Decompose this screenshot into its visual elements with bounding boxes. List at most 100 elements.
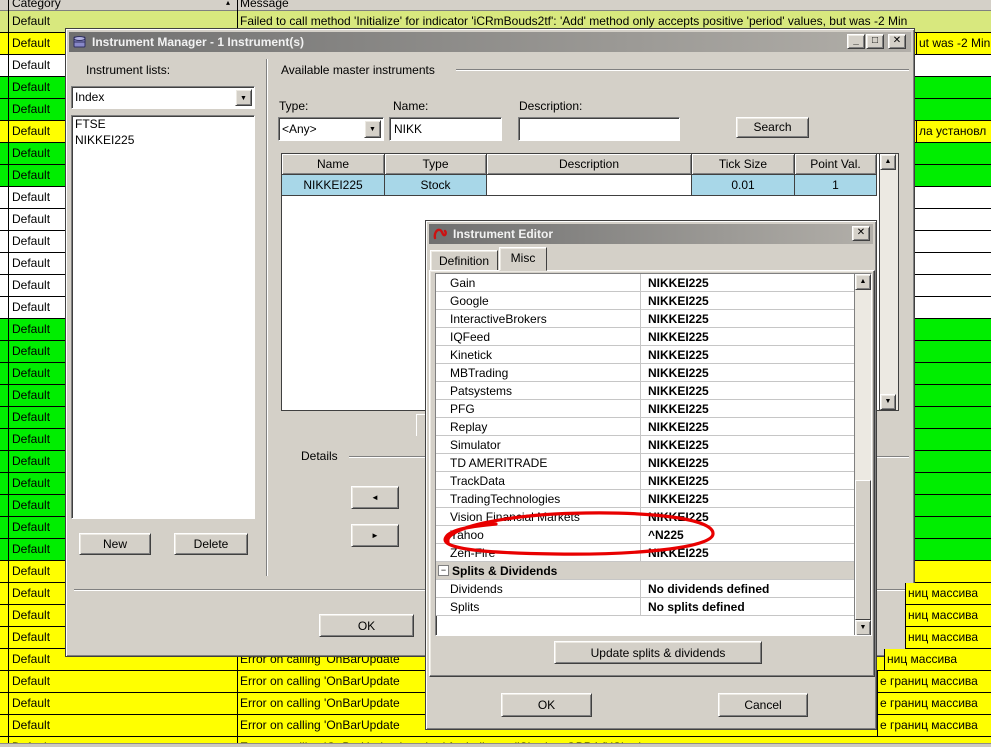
collapse-icon[interactable]: − xyxy=(438,565,449,576)
property-row[interactable]: Yahoo ^N225 xyxy=(436,526,871,544)
results-cell[interactable] xyxy=(487,175,692,196)
property-value[interactable]: NIKKEI225 xyxy=(640,472,853,489)
instrument-list-combo[interactable]: Index ▼ xyxy=(71,86,255,109)
instrument-list-box[interactable]: FTSE NIKKEI225 xyxy=(71,115,255,519)
property-name: Yahoo xyxy=(450,528,484,542)
instrument-editor-title: Instrument Editor xyxy=(453,227,554,241)
property-value[interactable]: NIKKEI225 xyxy=(640,400,853,417)
property-value[interactable]: NIKKEI225 xyxy=(640,382,853,399)
property-row[interactable]: Simulator NIKKEI225 xyxy=(436,436,871,454)
property-row[interactable]: Splits No splits defined xyxy=(436,598,871,616)
instrument-editor-icon xyxy=(433,228,447,240)
property-row[interactable]: Gain NIKKEI225 xyxy=(436,274,871,292)
property-value[interactable]: No dividends defined xyxy=(640,580,853,597)
tab-misc[interactable]: Misc xyxy=(499,247,547,271)
property-value[interactable]: NIKKEI225 xyxy=(640,346,853,363)
scroll-down-icon[interactable]: ▼ xyxy=(855,620,871,635)
results-cell[interactable]: 1 xyxy=(795,175,877,196)
property-row[interactable]: Google NIKKEI225 xyxy=(436,292,871,310)
property-row[interactable]: Dividends No dividends defined xyxy=(436,580,871,598)
property-name: PFG xyxy=(450,402,475,416)
move-right-icon[interactable]: ► xyxy=(351,524,399,547)
results-scrollbar[interactable]: ▲ ▼ xyxy=(879,154,898,410)
results-column-header[interactable]: Description xyxy=(487,154,692,175)
property-row[interactable]: InteractiveBrokers NIKKEI225 xyxy=(436,310,871,328)
log-row-category: Default xyxy=(12,300,51,314)
new-button[interactable]: New xyxy=(79,533,151,555)
property-value[interactable]: NIKKEI225 xyxy=(640,508,853,525)
property-row[interactable]: Vision Financial Markets NIKKEI225 xyxy=(436,508,871,526)
property-row[interactable]: MBTrading NIKKEI225 xyxy=(436,364,871,382)
instrument-manager-icon xyxy=(73,36,86,48)
minimize-button[interactable]: _ xyxy=(847,34,865,49)
property-row[interactable]: TrackData NIKKEI225 xyxy=(436,472,871,490)
chevron-down-icon[interactable]: ▼ xyxy=(235,89,252,106)
property-row[interactable]: PFG NIKKEI225 xyxy=(436,400,871,418)
property-row[interactable]: TradingTechnologies NIKKEI225 xyxy=(436,490,871,508)
results-cell[interactable]: NIKKEI225 xyxy=(282,175,385,196)
results-cell[interactable]: 0.01 xyxy=(692,175,795,196)
move-left-icon[interactable]: ◄ xyxy=(351,486,399,509)
results-column-header[interactable]: Name xyxy=(282,154,385,175)
property-name: Dividends xyxy=(450,582,503,596)
results-column-header[interactable]: Point Val. xyxy=(795,154,877,175)
close-button[interactable]: ✕ xyxy=(852,226,870,241)
name-label: Name: xyxy=(393,99,429,113)
log-row-category: Default xyxy=(12,542,51,556)
instrument-manager-titlebar[interactable]: Instrument Manager - 1 Instrument(s) xyxy=(69,32,911,52)
property-row[interactable]: IQFeed NIKKEI225 xyxy=(436,328,871,346)
ie-cancel-button[interactable]: Cancel xyxy=(718,693,808,717)
property-value[interactable]: NIKKEI225 xyxy=(640,328,853,345)
name-input[interactable] xyxy=(391,120,499,138)
property-row[interactable]: TD AMERITRADE NIKKEI225 xyxy=(436,454,871,472)
instrument-editor-titlebar[interactable]: Instrument Editor xyxy=(429,224,873,244)
property-value[interactable]: NIKKEI225 xyxy=(640,490,853,507)
log-table-header: Category ▴ Message xyxy=(0,0,991,11)
property-value[interactable]: NIKKEI225 xyxy=(640,454,853,471)
results-column-header[interactable]: Type xyxy=(385,154,487,175)
log-row-message-fragment: ниц массива xyxy=(905,605,991,627)
description-input[interactable] xyxy=(520,120,676,138)
scroll-up-icon[interactable]: ▲ xyxy=(880,154,896,170)
property-value[interactable]: NIKKEI225 xyxy=(640,292,853,309)
list-item[interactable]: NIKKEI225 xyxy=(72,132,254,148)
type-label: Type: xyxy=(279,99,309,113)
property-name: Google xyxy=(450,294,489,308)
ie-ok-button[interactable]: OK xyxy=(501,693,592,717)
im-ok-button[interactable]: OK xyxy=(319,614,414,637)
close-button[interactable]: ✕ xyxy=(888,34,906,49)
scrollbar-thumb[interactable] xyxy=(855,480,871,620)
property-value[interactable]: NIKKEI225 xyxy=(640,544,853,561)
property-value[interactable]: NIKKEI225 xyxy=(640,364,853,381)
type-combo[interactable]: <Any> ▼ xyxy=(278,117,384,141)
maximize-button[interactable]: □ xyxy=(866,34,884,49)
tab-panel: Gain NIKKEI225 Google NIKKEI225 InteractiveB… xyxy=(429,270,875,677)
property-value[interactable]: NIKKEI225 xyxy=(640,436,853,453)
chevron-down-icon[interactable]: ▼ xyxy=(364,120,381,138)
tab-definition[interactable]: Definition xyxy=(430,250,498,271)
list-item[interactable]: FTSE xyxy=(72,116,254,132)
search-button[interactable]: Search xyxy=(736,117,809,138)
update-splits-dividends-button[interactable]: Update splits & dividends xyxy=(554,641,762,664)
property-value[interactable]: No splits defined xyxy=(640,598,853,615)
group-line xyxy=(456,69,909,71)
property-row[interactable]: Replay NIKKEI225 xyxy=(436,418,871,436)
property-value[interactable]: NIKKEI225 xyxy=(640,418,853,435)
log-row-category: Default xyxy=(12,410,51,424)
delete-button[interactable]: Delete xyxy=(174,533,248,555)
results-column-header[interactable]: Tick Size xyxy=(692,154,795,175)
scroll-down-icon[interactable]: ▼ xyxy=(880,394,896,410)
property-row[interactable]: Zen-Fire NIKKEI225 xyxy=(436,544,871,562)
scroll-up-icon[interactable]: ▲ xyxy=(855,274,871,290)
property-grid-scrollbar[interactable]: ▲ ▼ xyxy=(854,274,871,635)
property-row[interactable]: Patsystems NIKKEI225 xyxy=(436,382,871,400)
results-cell[interactable]: Stock xyxy=(385,175,487,196)
log-row-message-fragment: ниц массива xyxy=(905,627,991,649)
property-name: Splits xyxy=(450,600,480,614)
property-value[interactable]: NIKKEI225 xyxy=(640,274,853,291)
property-value[interactable]: ^N225 xyxy=(640,526,853,543)
property-value[interactable]: NIKKEI225 xyxy=(640,310,853,327)
property-section-header[interactable]: − Splits & Dividends xyxy=(436,562,871,580)
property-row[interactable]: Kinetick NIKKEI225 xyxy=(436,346,871,364)
log-row-category: Default xyxy=(12,190,51,204)
